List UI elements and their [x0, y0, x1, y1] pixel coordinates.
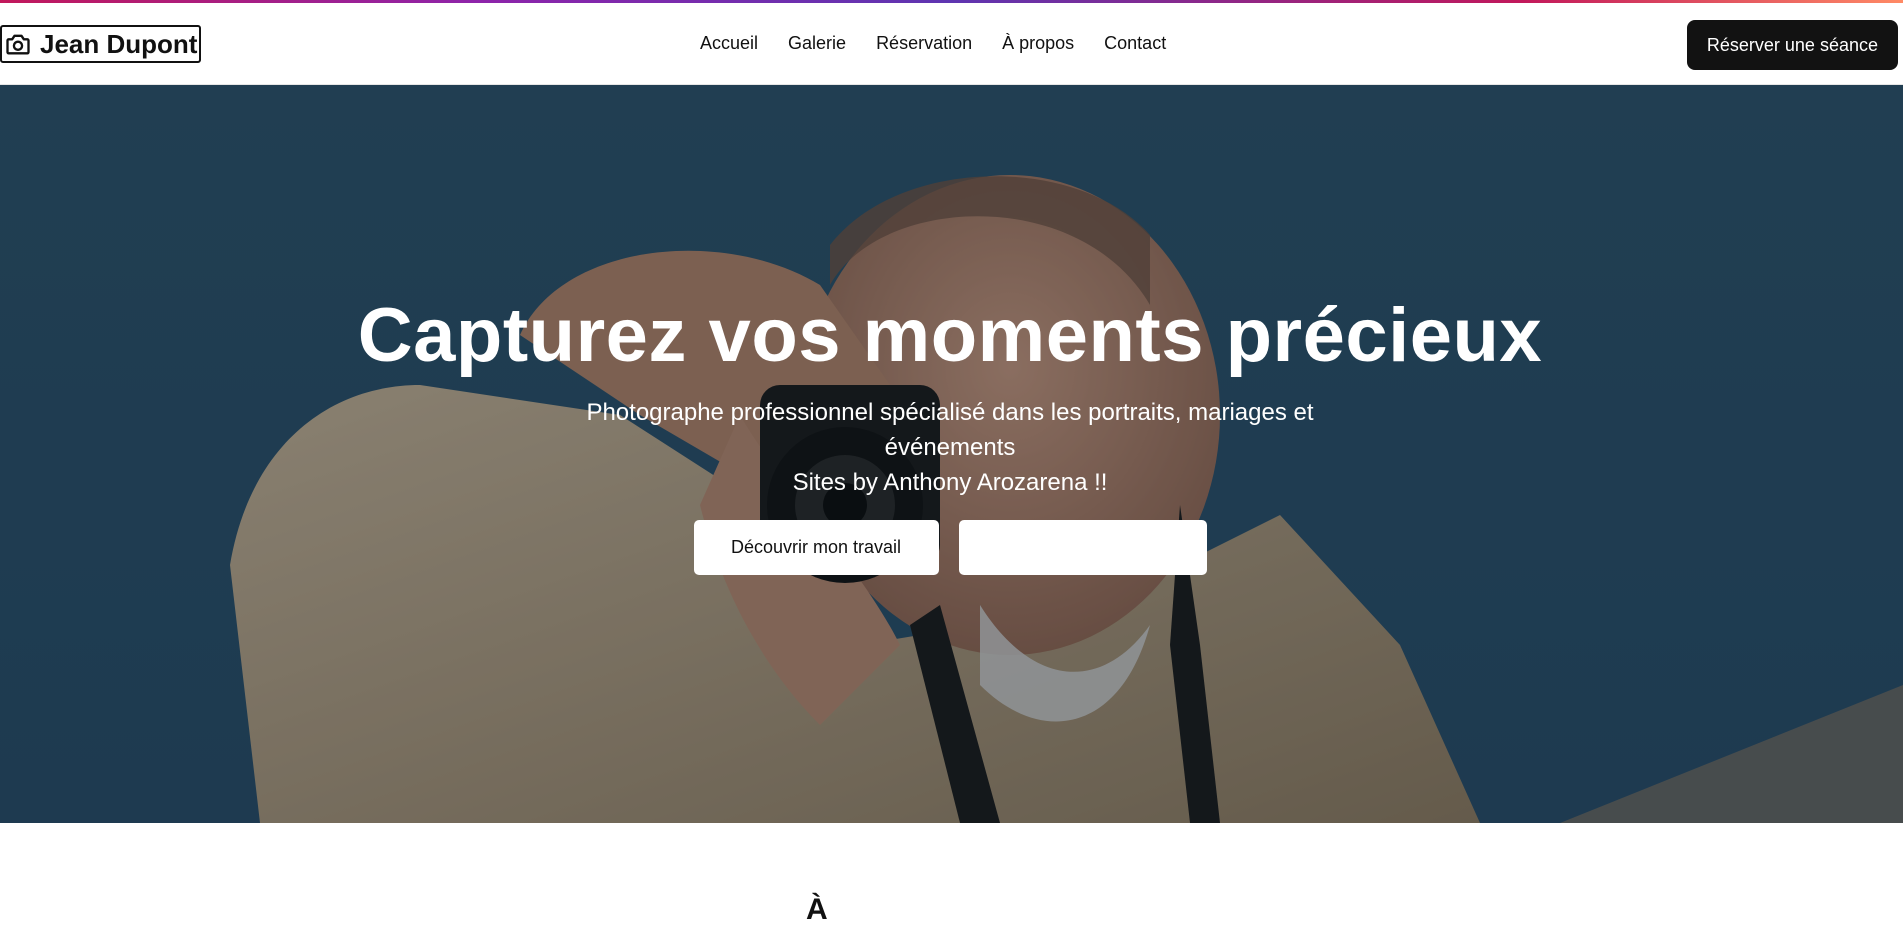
- hero-subtitle-line1: Photographe professionnel spécialisé dan…: [586, 399, 1314, 462]
- book-session-button[interactable]: Réserver une séance: [1686, 20, 1898, 70]
- next-section: À: [0, 823, 1903, 926]
- nav-item-galerie[interactable]: Galerie: [788, 33, 846, 54]
- hero-section: Capturez vos moments précieux Photograph…: [0, 85, 1903, 823]
- site-header: Jean Dupont Accueil Galerie Réservation …: [0, 3, 1903, 85]
- brand-logo-link[interactable]: Jean Dupont: [0, 25, 202, 63]
- hero-button-group: Découvrir mon travail: [0, 520, 1900, 576]
- secondary-hero-button[interactable]: [958, 520, 1207, 576]
- nav-item-reservation[interactable]: Réservation: [876, 33, 972, 54]
- brand-name: Jean Dupont: [40, 28, 198, 59]
- hero-title: Capturez vos moments précieux: [357, 293, 1543, 378]
- next-section-heading: À: [806, 893, 828, 926]
- hero-subtitle: Photographe professionnel spécialisé dan…: [560, 395, 1340, 500]
- camera-icon: [6, 34, 30, 55]
- hero-content: Capturez vos moments précieux Photograph…: [0, 290, 1900, 576]
- nav-item-a-propos[interactable]: À propos: [1002, 33, 1074, 54]
- nav-item-accueil[interactable]: Accueil: [700, 33, 758, 54]
- main-nav: Accueil Galerie Réservation À propos Con…: [700, 33, 1166, 54]
- nav-item-contact[interactable]: Contact: [1104, 33, 1166, 54]
- hero-subtitle-line2: Sites by Anthony Arozarena !!: [792, 469, 1108, 497]
- discover-work-button[interactable]: Découvrir mon travail: [693, 520, 939, 576]
